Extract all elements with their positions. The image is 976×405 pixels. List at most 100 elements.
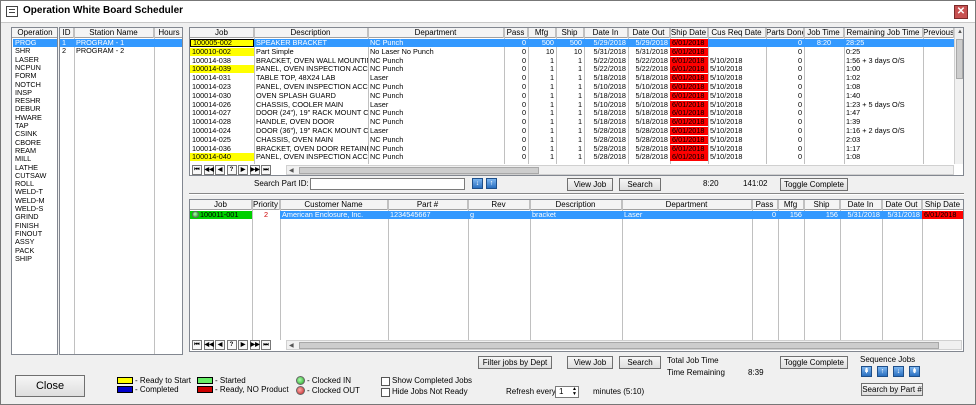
jobs-col-header[interactable]: Parts Done (766, 28, 804, 38)
jobs-cell-parts-done: 0 (797, 153, 802, 162)
jobs-cell-mfg: 1 (549, 144, 554, 153)
jobs-col-header[interactable]: Job (190, 28, 254, 38)
jobs-col-header[interactable]: Remaining Job Time (844, 28, 923, 38)
station-jobs-nav-3-icon[interactable]: ? (226, 340, 237, 350)
station-jobs-nav-0-icon[interactable]: ⏮ (192, 340, 202, 350)
jobs-cell-job: 100014-024 (192, 127, 231, 135)
jobs-nav-4-icon[interactable]: ▶ (238, 165, 248, 175)
jobs-row[interactable]: 100014-031 TABLE TOP, 48X24 LAB Laser 0 1 1 5/… (190, 74, 954, 83)
station-jobs-col-header[interactable]: Department (622, 200, 752, 210)
jobs-row[interactable]: 100014-025 CHASSIS, OVEN MAIN NC Punch 0 1 1 5… (190, 135, 954, 144)
station-jobs-col-header[interactable]: Customer Name (280, 200, 388, 210)
jobs-row[interactable]: 100014-024 DOOR (36"), 19" RACK MOUNT C La… (190, 127, 954, 135)
jobs-cell-remaining: 1:00 (846, 65, 861, 74)
spinner-arrows-icon[interactable]: ▲ ▼ (572, 387, 577, 397)
station-jobs-col-header[interactable]: Date Out (882, 200, 922, 210)
jobs-col-header[interactable]: Date Out (628, 28, 670, 38)
jobs-row[interactable]: 100014-038 BRACKET, OVEN WALL MOUNTIN NC P… (190, 56, 954, 65)
station-jobs-col-header[interactable]: Priority (252, 200, 280, 210)
jobs-col-header[interactable]: Mfg (528, 28, 556, 38)
jobs-grid-vscroll[interactable]: ▲ (954, 28, 963, 164)
operation-item[interactable]: ASSY (13, 238, 57, 246)
jobs-row[interactable]: 100014-030 OVEN SPLASH GUARD NC Punch 0 1 1 5/… (190, 91, 954, 100)
search-part-id-input[interactable] (310, 178, 465, 190)
search-next-button[interactable]: ↑ (486, 178, 497, 189)
station-jobs-grid[interactable]: Job Priority Customer Name Part # Rev Descrip… (189, 199, 964, 352)
operation-item[interactable]: SHIP (13, 254, 57, 263)
station-jobs-nav-5-icon[interactable]: ▶▶ (249, 340, 260, 350)
show-completed-checkbox[interactable] (381, 377, 390, 386)
jobs-col-header[interactable]: Job Time (804, 28, 844, 38)
jobs-cell-ship: 1 (577, 83, 582, 91)
station-jobs-col-header[interactable]: Job (190, 200, 252, 210)
jobs-row[interactable]: 100005-002 SPEAKER BRACKET NC Punch 0 500 500… (190, 39, 954, 47)
jobs-row[interactable]: 100010-002 Part Simple No Laser No Punch 0 1… (190, 47, 954, 56)
sequence-up-icon[interactable]: ↑ (877, 366, 888, 377)
station-id: 1 (62, 39, 67, 47)
jobs-col-header[interactable]: Date In (584, 28, 628, 38)
jobs-row[interactable]: 100014-040 PANEL, OVEN INSPECTION ACCE NC … (190, 153, 954, 162)
view-job-button-bottom[interactable]: View Job (567, 356, 613, 369)
search-button-top[interactable]: Search (619, 178, 661, 191)
operation-item[interactable]: FORM (13, 72, 57, 80)
window-close-button[interactable]: ✕ (954, 5, 968, 19)
jobs-nav-2-icon[interactable]: ◀ (215, 165, 225, 175)
station-jobs-nav-4-icon[interactable]: ▶ (238, 340, 248, 350)
station-jobs-col-header[interactable]: Part # (388, 200, 468, 210)
operation-list[interactable]: Operation PROG SHR LASER NCPUN FORM NOTCH INSP… (11, 27, 58, 355)
sequence-down-icon[interactable]: ↓ (893, 366, 904, 377)
jobs-grid-hscroll[interactable]: ◀ (286, 165, 954, 175)
toggle-complete-button-bottom[interactable]: Toggle Complete (780, 356, 848, 369)
jobs-nav-3-icon[interactable]: ? (226, 165, 237, 175)
jobs-nav-6-icon[interactable]: ⏭ (261, 165, 271, 175)
station-jobs-hscroll[interactable]: ◀ (286, 340, 962, 350)
jobs-col-header[interactable]: Ship Date (670, 28, 708, 38)
sequence-bottom-icon[interactable]: ⇟ (909, 366, 920, 377)
view-job-button-top[interactable]: View Job (567, 178, 613, 191)
jobs-col-header[interactable]: Description (254, 28, 368, 38)
station-jobs-nav-6-icon[interactable]: ⏭ (261, 340, 271, 350)
station-jobs-col-header[interactable]: Rev (468, 200, 530, 210)
jobs-col-header[interactable]: Cus Req Date (708, 28, 766, 38)
jobs-grid[interactable]: Job Description Department Pass Mfg Ship Date … (189, 27, 964, 176)
station-jobs-col-header[interactable]: Ship Date (922, 200, 963, 210)
sequence-top-icon[interactable]: ⇞ (861, 366, 872, 377)
refresh-minutes-input[interactable]: 1 ▲ ▼ (555, 386, 579, 398)
jobs-row[interactable]: 100014-028 HANDLE, OVEN DOOR NC Punch 0 1 1 5/… (190, 118, 954, 127)
close-button[interactable]: Close (15, 375, 85, 397)
jobs-nav-5-icon[interactable]: ▶▶ (249, 165, 260, 175)
jobs-nav-1-icon[interactable]: ◀◀ (203, 165, 214, 175)
jobs-cell-pass: 0 (521, 74, 526, 83)
jobs-row[interactable]: 100014-039 PANEL, OVEN INSPECTION ACC NC P… (190, 65, 954, 74)
station-jobs-col-header[interactable]: Description (530, 200, 622, 210)
station-jobs-col-header[interactable]: Date In (840, 200, 882, 210)
jobs-cell-ship-date: 6/01/2018 (670, 74, 708, 83)
station-jobs-col-header[interactable]: Pass (752, 200, 778, 210)
jobs-row[interactable]: 100014-036 BRACKET, OVEN DOOR RETAINE NC P… (190, 144, 954, 153)
jobs-row[interactable]: 100014-027 DOOR (24"), 19" RACK MOUNT C NC… (190, 109, 954, 118)
search-prev-button[interactable]: ↓ (472, 178, 483, 189)
station-jobs-nav-1-icon[interactable]: ◀◀ (203, 340, 214, 350)
hide-not-ready-checkbox[interactable] (381, 388, 390, 397)
jobs-nav-0-icon[interactable]: ⏮ (192, 165, 202, 175)
station-jobs-nav-2-icon[interactable]: ◀ (215, 340, 225, 350)
station-jobs-col-header[interactable]: Ship (804, 200, 840, 210)
station-row[interactable]: 1 PROGRAM - 1 (60, 39, 182, 47)
jobs-col-header[interactable]: Pass (504, 28, 528, 38)
jobs-col-header[interactable]: Department (368, 28, 504, 38)
station-jobs-row[interactable]: 100011-001 2 American Enclosure, Inc. 12345… (190, 211, 963, 219)
jobs-cell-date-in: 5/28/2018 (593, 144, 626, 153)
station-jobs-col-header[interactable]: Mfg (778, 200, 804, 210)
jobs-col-header[interactable]: Previous (923, 28, 954, 38)
search-button-bottom[interactable]: Search (619, 356, 661, 369)
search-by-part-button[interactable]: Search by Part # (861, 383, 923, 396)
jobs-row[interactable]: 100014-026 CHASSIS, COOLER MAIN Laser 0 1 1 5/… (190, 100, 954, 109)
station-list[interactable]: ID Station Name Hours 1 PROGRAM - 1 2 PROGR… (59, 27, 183, 355)
jobs-cell-ship: 1 (577, 135, 582, 144)
jobs-row[interactable]: 100014-023 PANEL, OVEN INSPECTION ACCE NC … (190, 83, 954, 91)
station-row[interactable]: 2 PROGRAM - 2 (60, 47, 182, 55)
jobs-col-header[interactable]: Ship (556, 28, 584, 38)
filter-jobs-by-dept-button[interactable]: Filter jobs by Dept (478, 356, 552, 369)
operation-item[interactable]: MILL (13, 155, 57, 163)
toggle-complete-button-top[interactable]: Toggle Complete (780, 178, 848, 191)
